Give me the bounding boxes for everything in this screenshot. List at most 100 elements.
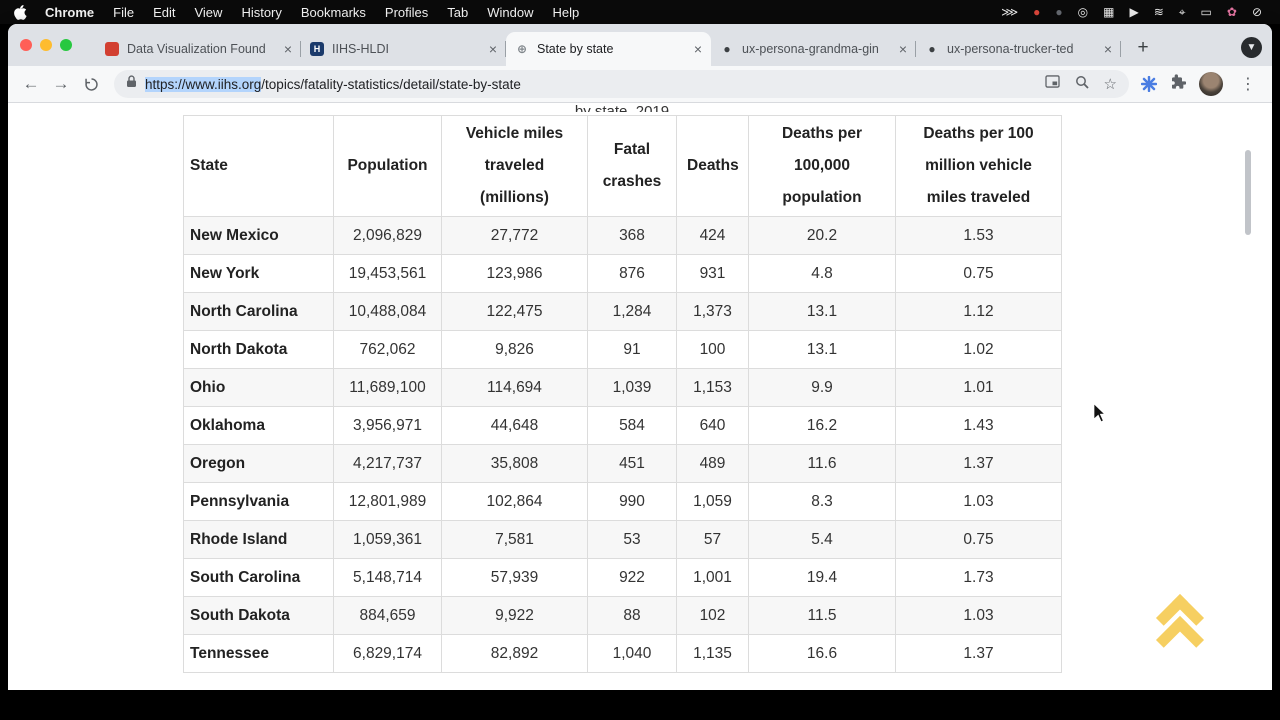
- state-cell: Oregon: [184, 445, 334, 483]
- table-row: South Carolina5,148,71457,9399221,00119.…: [184, 559, 1062, 597]
- back-to-top-button[interactable]: [1154, 593, 1218, 667]
- menu-history[interactable]: History: [241, 5, 281, 20]
- close-tab-icon[interactable]: ×: [694, 41, 702, 57]
- column-header: State: [184, 116, 334, 217]
- bookmark-star-icon[interactable]: ☆: [1104, 75, 1117, 93]
- tab-state-by-state[interactable]: ⊕State by state×: [506, 32, 711, 66]
- extensions-puzzle-icon[interactable]: [1170, 74, 1186, 95]
- menu-tab[interactable]: Tab: [447, 5, 468, 20]
- value-cell: 451: [588, 445, 677, 483]
- table-row: Pennsylvania12,801,989102,8649901,0598.3…: [184, 483, 1062, 521]
- value-cell: 1,059,361: [334, 521, 442, 559]
- value-cell: 876: [588, 255, 677, 293]
- value-cell: 9,922: [442, 597, 588, 635]
- column-header: Population: [334, 116, 442, 217]
- value-cell: 4.8: [749, 255, 896, 293]
- value-cell: 1.53: [896, 217, 1062, 255]
- value-cell: 27,772: [442, 217, 588, 255]
- value-cell: 19,453,561: [334, 255, 442, 293]
- close-tab-icon[interactable]: ×: [284, 41, 292, 57]
- menu-bookmarks[interactable]: Bookmarks: [301, 5, 366, 20]
- tab-ux-persona-trucker-ted[interactable]: ●ux-persona-trucker-ted×: [916, 32, 1121, 66]
- reload-button[interactable]: [76, 70, 106, 98]
- menu-help[interactable]: Help: [553, 5, 580, 20]
- column-header: Fatal crashes: [588, 116, 677, 217]
- tab-search-button[interactable]: ▼: [1241, 37, 1262, 58]
- focus-mode-icon[interactable]: ⊘: [1252, 0, 1262, 24]
- value-cell: 1,284: [588, 293, 677, 331]
- browser-toolbar: ← → https://www.iihs.org/topics/fatality…: [8, 66, 1272, 103]
- clipboard-icon[interactable]: ▦: [1103, 0, 1114, 24]
- app-dot-icon[interactable]: ●: [1055, 0, 1062, 24]
- value-cell: 4,217,737: [334, 445, 442, 483]
- state-cell: South Carolina: [184, 559, 334, 597]
- state-cell: South Dakota: [184, 597, 334, 635]
- pinwheel-extension-icon[interactable]: [1141, 76, 1157, 92]
- capture-icon[interactable]: [1045, 75, 1060, 93]
- color-app-icon[interactable]: ✿: [1227, 0, 1237, 24]
- value-cell: 11,689,100: [334, 369, 442, 407]
- value-cell: 1.37: [896, 635, 1062, 673]
- value-cell: 9.9: [749, 369, 896, 407]
- value-cell: 584: [588, 407, 677, 445]
- camera-icon[interactable]: ◎: [1078, 0, 1088, 24]
- profile-avatar[interactable]: [1199, 72, 1223, 96]
- address-bar[interactable]: https://www.iihs.org/topics/fatality-sta…: [114, 70, 1129, 98]
- close-tab-icon[interactable]: ×: [899, 41, 907, 57]
- zoom-window-button[interactable]: [60, 39, 72, 51]
- menu-chrome[interactable]: Chrome: [45, 5, 94, 20]
- table-row: South Dakota884,6599,9228810211.51.03: [184, 597, 1062, 635]
- record-badge-icon[interactable]: ●: [1033, 0, 1040, 24]
- tab-data-visualization-found[interactable]: Data Visualization Found×: [96, 32, 301, 66]
- url-text: https://www.iihs.org/topics/fatality-sta…: [145, 77, 521, 92]
- value-cell: 1.03: [896, 483, 1062, 521]
- value-cell: 0.75: [896, 255, 1062, 293]
- value-cell: 57,939: [442, 559, 588, 597]
- lock-icon: [126, 75, 137, 93]
- menu-bar-menus: Chrome File Edit View History Bookmarks Profil…: [45, 5, 579, 20]
- value-cell: 9,826: [442, 331, 588, 369]
- value-cell: 123,986: [442, 255, 588, 293]
- window-layout-icon[interactable]: ⋙: [1001, 0, 1018, 24]
- state-cell: Ohio: [184, 369, 334, 407]
- value-cell: 1,001: [677, 559, 749, 597]
- close-tab-icon[interactable]: ×: [1104, 41, 1112, 57]
- menu-view[interactable]: View: [194, 5, 222, 20]
- back-button[interactable]: ←: [16, 70, 46, 98]
- forward-button[interactable]: →: [46, 70, 76, 98]
- minimize-window-button[interactable]: [40, 39, 52, 51]
- value-cell: 53: [588, 521, 677, 559]
- scrollbar[interactable]: [1245, 150, 1251, 235]
- close-tab-icon[interactable]: ×: [489, 41, 497, 57]
- extension-area: ⋮: [1137, 72, 1264, 96]
- zoom-icon[interactable]: [1075, 75, 1089, 94]
- spotlight-search-icon[interactable]: ⌖: [1179, 0, 1186, 24]
- value-cell: 16.2: [749, 407, 896, 445]
- value-cell: 11.5: [749, 597, 896, 635]
- value-cell: 1.12: [896, 293, 1062, 331]
- table-row: Ohio11,689,100114,6941,0391,1539.91.01: [184, 369, 1062, 407]
- wifi-icon[interactable]: ≋: [1154, 0, 1164, 24]
- table-row: North Dakota762,0629,8269110013.11.02: [184, 331, 1062, 369]
- tab-ux-persona-grandma-gin[interactable]: ●ux-persona-grandma-gin×: [711, 32, 916, 66]
- menu-file[interactable]: File: [113, 5, 134, 20]
- value-cell: 1,059: [677, 483, 749, 521]
- close-window-button[interactable]: [20, 39, 32, 51]
- menu-edit[interactable]: Edit: [153, 5, 175, 20]
- state-cell: Oklahoma: [184, 407, 334, 445]
- value-cell: 1.02: [896, 331, 1062, 369]
- battery-icon[interactable]: ▭: [1201, 0, 1212, 24]
- column-header: Deaths per 100,000 population: [749, 116, 896, 217]
- play-icon[interactable]: ▶: [1129, 0, 1138, 24]
- menu-profiles[interactable]: Profiles: [385, 5, 428, 20]
- browser-menu-icon[interactable]: ⋮: [1236, 74, 1260, 94]
- tab-title: IIHS-HLDI: [332, 42, 484, 56]
- apple-menu-icon[interactable]: [14, 5, 27, 20]
- value-cell: 10,488,084: [334, 293, 442, 331]
- fatality-statistics-table: StatePopulationVehicle miles traveled (m…: [183, 115, 1062, 673]
- tab-iihs-hldi[interactable]: HIIHS-HLDI×: [301, 32, 506, 66]
- menu-window[interactable]: Window: [487, 5, 533, 20]
- new-tab-button[interactable]: +: [1130, 35, 1156, 61]
- omnibox-actions: ☆: [1045, 75, 1117, 94]
- table-caption-partial: by state, 2019: [183, 103, 1061, 112]
